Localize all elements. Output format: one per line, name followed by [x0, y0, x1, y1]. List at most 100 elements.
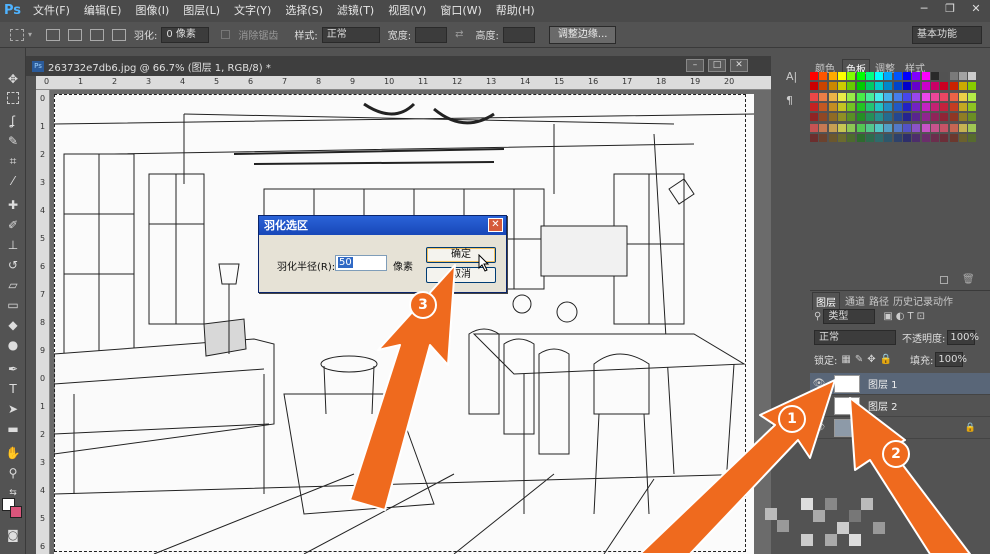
- swatch-cell[interactable]: [903, 113, 911, 122]
- swatch-cell[interactable]: [958, 92, 967, 101]
- restore-icon[interactable]: ❐: [940, 2, 960, 16]
- fill-input[interactable]: 100%: [935, 352, 967, 367]
- swatch-cell[interactable]: [968, 113, 977, 122]
- swatch-cell[interactable]: [912, 123, 921, 132]
- swatch-cell[interactable]: [810, 133, 818, 142]
- swatch-cell[interactable]: [856, 133, 865, 142]
- swatch-cell[interactable]: [912, 82, 921, 91]
- swatch-cell[interactable]: [875, 113, 884, 122]
- crop-tool-icon[interactable]: ⌗: [4, 152, 22, 170]
- swatch-cell[interactable]: [837, 133, 846, 142]
- swatch-cell[interactable]: [893, 92, 902, 101]
- swatch-cell[interactable]: [875, 123, 884, 132]
- swatch-cell[interactable]: [875, 72, 884, 80]
- doc-maximize-icon[interactable]: □: [708, 59, 726, 72]
- swatch-cell[interactable]: [921, 72, 930, 80]
- blend-mode-select[interactable]: 正常: [814, 330, 896, 345]
- tab-channels[interactable]: 通道: [842, 292, 868, 309]
- swatch-cell[interactable]: [940, 102, 949, 111]
- swatch-cell[interactable]: [884, 92, 893, 101]
- swatch-cell[interactable]: [865, 123, 874, 132]
- swatch-cell[interactable]: [958, 82, 967, 91]
- swatch-cell[interactable]: [847, 113, 856, 122]
- swatch-cell[interactable]: [837, 102, 846, 111]
- visibility-eye-icon[interactable]: 👁: [810, 422, 828, 433]
- swatch-cell[interactable]: [958, 133, 967, 142]
- swatch-cell[interactable]: [893, 123, 902, 132]
- zoom-tool-icon[interactable]: ⚲: [4, 464, 22, 482]
- swatch-cell[interactable]: [893, 113, 902, 122]
- eraser-icon[interactable]: ▱: [4, 276, 22, 294]
- swatch-cell[interactable]: [828, 102, 837, 111]
- swatch-cell[interactable]: [949, 102, 958, 111]
- lasso-tool-icon[interactable]: ʆ: [4, 112, 22, 130]
- swatch-cell[interactable]: [884, 133, 893, 142]
- swatch-cell[interactable]: [810, 72, 818, 80]
- tab-layers[interactable]: 图层: [812, 292, 840, 310]
- swatch-cell[interactable]: [958, 72, 967, 80]
- swatch-cell[interactable]: [884, 113, 893, 122]
- swatch-cell[interactable]: [912, 102, 921, 111]
- swatch-cell[interactable]: [940, 123, 949, 132]
- swatch-cell[interactable]: [893, 82, 902, 91]
- swatch-cell[interactable]: [810, 102, 818, 111]
- antialias-checkbox[interactable]: [221, 30, 231, 39]
- swatch-cell[interactable]: [884, 123, 893, 132]
- swatch-cell[interactable]: [940, 82, 949, 91]
- swap-icon[interactable]: ⇄: [455, 29, 463, 40]
- new-selection-icon[interactable]: [46, 28, 61, 41]
- swatch-cell[interactable]: [968, 102, 977, 111]
- workspace-select[interactable]: 基本功能: [912, 26, 982, 44]
- blur-tool-icon[interactable]: ◆: [4, 316, 22, 334]
- tab-actions[interactable]: 动作: [930, 292, 956, 309]
- swatch-cell[interactable]: [949, 123, 958, 132]
- doc-close-icon[interactable]: ✕: [730, 59, 748, 72]
- swatch-cell[interactable]: [819, 72, 828, 80]
- swatch-cell[interactable]: [837, 92, 846, 101]
- swatch-cell[interactable]: [968, 72, 977, 80]
- filter-type-icons[interactable]: ▣◐T⊡: [883, 311, 928, 322]
- swatch-cell[interactable]: [968, 82, 977, 91]
- feather-radius-input[interactable]: 50: [335, 255, 387, 271]
- swatch-cell[interactable]: [930, 102, 939, 111]
- subtract-selection-icon[interactable]: [90, 28, 105, 41]
- swatch-cell[interactable]: [884, 102, 893, 111]
- swatch-cell[interactable]: [856, 72, 865, 80]
- layer-filter-select[interactable]: 类型: [823, 309, 876, 324]
- swatch-cell[interactable]: [865, 72, 874, 80]
- swatch-cell[interactable]: [949, 82, 958, 91]
- style-select[interactable]: 正常: [321, 26, 380, 43]
- swatch-cell[interactable]: [903, 133, 911, 142]
- intersect-selection-icon[interactable]: [112, 28, 127, 41]
- swatch-cell[interactable]: [884, 72, 893, 80]
- menu-window[interactable]: 窗口(W): [433, 0, 488, 22]
- menu-file[interactable]: 文件(F): [26, 0, 77, 22]
- swatch-cell[interactable]: [819, 82, 828, 91]
- paragraph-panel-icon[interactable]: ¶: [786, 94, 800, 108]
- swatch-cell[interactable]: [893, 72, 902, 80]
- swatch-cell[interactable]: [856, 92, 865, 101]
- swatch-cell[interactable]: [912, 92, 921, 101]
- swatch-cell[interactable]: [903, 102, 911, 111]
- swatch-cell[interactable]: [875, 133, 884, 142]
- swatch-cell[interactable]: [828, 72, 837, 80]
- swatch-cell[interactable]: [921, 102, 930, 111]
- swatch-cell[interactable]: [865, 102, 874, 111]
- swatch-cell[interactable]: [930, 123, 939, 132]
- swatch-cell[interactable]: [958, 123, 967, 132]
- swatch-cell[interactable]: [930, 72, 939, 80]
- menu-select[interactable]: 选择(S): [278, 0, 330, 22]
- swatch-cell[interactable]: [819, 113, 828, 122]
- swatch-cell[interactable]: [856, 123, 865, 132]
- swatch-cell[interactable]: [837, 113, 846, 122]
- swatch-cell[interactable]: [949, 113, 958, 122]
- swatch-cell[interactable]: [856, 113, 865, 122]
- swatch-cell[interactable]: [968, 123, 977, 132]
- swatch-cell[interactable]: [958, 102, 967, 111]
- canvas-area[interactable]: [50, 90, 771, 554]
- swatch-cell[interactable]: [847, 133, 856, 142]
- swatch-cell[interactable]: [940, 72, 949, 80]
- swatch-cell[interactable]: [921, 82, 930, 91]
- close-icon[interactable]: ✕: [966, 2, 986, 16]
- swatch-cell[interactable]: [865, 113, 874, 122]
